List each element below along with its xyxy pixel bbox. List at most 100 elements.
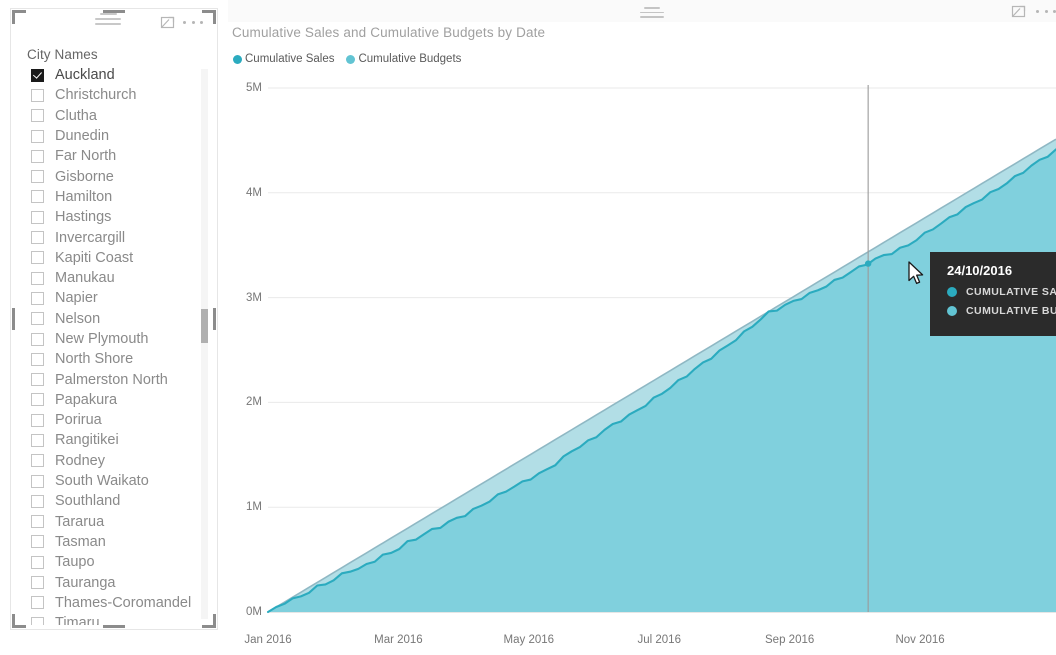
slicer-item-label: Tauranga — [55, 574, 116, 591]
slicer-item[interactable]: Christchurch — [21, 85, 201, 105]
checkbox-icon[interactable] — [31, 109, 44, 123]
slicer-item-label: Auckland — [55, 67, 115, 84]
city-names-slicer: City Names Auckland Christchurch Clutha Dun… — [10, 8, 218, 630]
checkbox-icon[interactable] — [31, 454, 44, 468]
tooltip-color-dot — [947, 287, 957, 297]
focus-mode-icon[interactable] — [159, 13, 177, 31]
resize-handle-left[interactable] — [12, 308, 15, 330]
tooltip-series-label: CUMULATIVE SALES — [966, 286, 1056, 298]
slicer-item[interactable]: Clutha — [21, 106, 201, 126]
y-axis-tick-label: 3M — [246, 291, 262, 304]
checkbox-icon[interactable] — [31, 413, 44, 427]
slicer-item[interactable]: Papakura — [21, 390, 201, 410]
resize-handle-bottom[interactable] — [103, 625, 125, 628]
chart-svg — [266, 85, 1056, 614]
slicer-item-label: Nelson — [55, 310, 101, 327]
checkbox-icon[interactable] — [31, 596, 44, 610]
slicer-item[interactable]: Auckland — [21, 65, 201, 85]
legend-label: Cumulative Budgets — [358, 53, 462, 65]
checkbox-icon[interactable] — [31, 251, 44, 265]
legend-entry[interactable]: Cumulative Budgets — [346, 53, 461, 65]
slicer-item[interactable]: Nelson — [21, 309, 201, 329]
slicer-item[interactable]: Rangitikei — [21, 430, 201, 450]
checkbox-icon[interactable] — [31, 170, 44, 184]
slicer-scrollbar[interactable] — [201, 69, 208, 619]
x-axis-tick-label: Nov 2016 — [895, 634, 945, 646]
plot-area[interactable]: 0M 1M 2M 3M 4M 5M — [228, 70, 1056, 630]
slicer-item-label: Tararua — [55, 513, 105, 530]
slicer-item[interactable]: Hamilton — [21, 187, 201, 207]
chart-title: Cumulative Sales and Cumulative Budgets … — [232, 25, 546, 40]
slicer-item[interactable]: Hastings — [21, 207, 201, 227]
checkbox-icon[interactable] — [31, 433, 44, 447]
x-axis-tick-label: Mar 2016 — [374, 634, 423, 646]
slicer-item[interactable]: Far North — [21, 146, 201, 166]
more-options-icon[interactable] — [1036, 2, 1056, 20]
y-axis-tick-label: 1M — [246, 501, 262, 514]
more-options-icon[interactable] — [183, 13, 203, 31]
slicer-item[interactable]: New Plymouth — [21, 329, 201, 349]
checkbox-icon[interactable] — [31, 494, 44, 508]
x-axis-tick-label: Jul 2016 — [637, 634, 681, 646]
checkbox-icon[interactable] — [31, 474, 44, 488]
slicer-item-label: Tasman — [55, 533, 106, 550]
checkbox-icon[interactable] — [31, 231, 44, 245]
slicer-item[interactable]: South Waikato — [21, 471, 201, 491]
drag-handle-icon[interactable] — [640, 7, 664, 18]
slicer-item[interactable]: Thames-Coromandel — [21, 593, 201, 613]
checkbox-icon[interactable] — [31, 393, 44, 407]
slicer-item-label: Kapiti Coast — [55, 249, 134, 266]
slicer-item[interactable]: Manukau — [21, 268, 201, 288]
slicer-item[interactable]: Napier — [21, 288, 201, 308]
slicer-item[interactable]: Porirua — [21, 410, 201, 430]
checkbox-icon[interactable] — [31, 616, 44, 625]
resize-handle-right[interactable] — [213, 308, 216, 330]
slicer-item-label: Dunedin — [55, 128, 110, 145]
checkbox-icon[interactable] — [31, 535, 44, 549]
checkbox-icon[interactable] — [31, 149, 44, 163]
slicer-item[interactable]: Tasman — [21, 532, 201, 552]
slicer-item[interactable]: Kapiti Coast — [21, 248, 201, 268]
checkbox-checked-icon[interactable] — [31, 68, 44, 82]
checkbox-icon[interactable] — [31, 190, 44, 204]
slicer-item[interactable]: Dunedin — [21, 126, 201, 146]
legend-color-dot — [346, 54, 356, 64]
checkbox-icon[interactable] — [31, 555, 44, 569]
slicer-item[interactable]: Tauranga — [21, 572, 201, 592]
checkbox-icon[interactable] — [31, 129, 44, 143]
checkbox-icon[interactable] — [31, 312, 44, 326]
slicer-item[interactable]: Invercargill — [21, 227, 201, 247]
slicer-header — [11, 9, 217, 37]
slicer-item-label: Palmerston North — [55, 371, 168, 388]
checkbox-icon[interactable] — [31, 576, 44, 590]
slicer-item[interactable]: Palmerston North — [21, 369, 201, 389]
checkbox-icon[interactable] — [31, 352, 44, 366]
checkbox-icon[interactable] — [31, 271, 44, 285]
focus-mode-icon[interactable] — [1010, 2, 1028, 20]
checkbox-icon[interactable] — [31, 373, 44, 387]
checkbox-icon[interactable] — [31, 515, 44, 529]
slicer-item[interactable]: Gisborne — [21, 166, 201, 186]
slicer-scrollbar-thumb[interactable] — [201, 309, 208, 343]
slicer-item-label: Far North — [55, 148, 117, 165]
y-axis-tick-label: 2M — [246, 396, 262, 409]
slicer-item[interactable]: Rodney — [21, 451, 201, 471]
checkbox-icon[interactable] — [31, 88, 44, 102]
slicer-item-label: North Shore — [55, 351, 134, 368]
slicer-item-label: Papakura — [55, 391, 118, 408]
tooltip-series-label: CUMULATIVE BUDGETS — [966, 305, 1056, 317]
checkbox-icon[interactable] — [31, 210, 44, 224]
slicer-item[interactable]: Southland — [21, 491, 201, 511]
city-names-list[interactable]: Auckland Christchurch Clutha Dunedin Far Nor… — [21, 65, 201, 625]
slicer-item[interactable]: North Shore — [21, 349, 201, 369]
x-axis-tick-label: May 2016 — [503, 634, 555, 646]
slicer-item[interactable]: Tararua — [21, 512, 201, 532]
legend-entry[interactable]: Cumulative Sales — [233, 53, 334, 65]
y-axis-tick-label: 5M — [246, 82, 262, 94]
slicer-item[interactable]: Timaru — [21, 613, 201, 625]
slicer-item[interactable]: Taupo — [21, 552, 201, 572]
slicer-item-label: Porirua — [55, 412, 102, 429]
checkbox-icon[interactable] — [31, 332, 44, 346]
checkbox-icon[interactable] — [31, 291, 44, 305]
hamburger-icon[interactable] — [95, 13, 121, 27]
